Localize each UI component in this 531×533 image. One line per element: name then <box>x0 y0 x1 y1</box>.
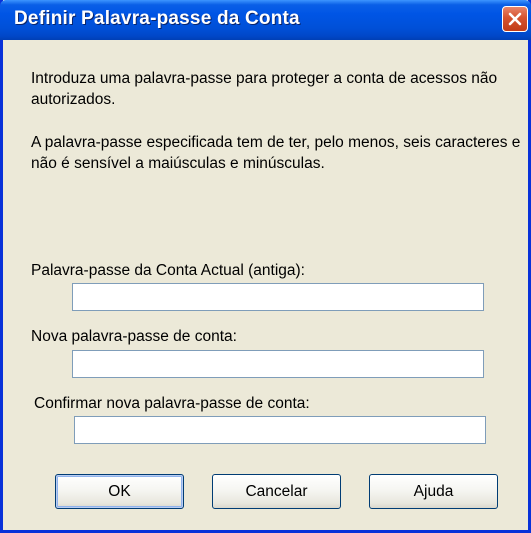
close-button[interactable] <box>502 6 528 32</box>
confirm-password-field[interactable] <box>74 416 486 444</box>
close-icon <box>508 12 522 26</box>
title-bar[interactable]: Definir Palavra-passe da Conta <box>0 0 531 40</box>
description-paragraph-2: A palavra-passe especificada tem de ter,… <box>31 134 521 172</box>
old-password-field[interactable] <box>72 283 484 311</box>
help-button[interactable]: Ajuda <box>369 474 498 509</box>
old-password-label: Palavra-passe da Conta Actual (antiga): <box>31 262 305 279</box>
ok-button[interactable]: OK <box>55 474 184 509</box>
account-password-dialog: Definir Palavra-passe da Conta Introduza… <box>0 0 531 533</box>
new-password-label: Nova palavra-passe de conta: <box>31 328 237 345</box>
description-paragraph-1: Introduza uma palavra-passe para protege… <box>31 70 498 108</box>
new-password-field[interactable] <box>72 350 484 378</box>
confirm-password-label: Confirmar nova palavra-passe de conta: <box>34 395 310 412</box>
cancel-button[interactable]: Cancelar <box>212 474 341 509</box>
window-title: Definir Palavra-passe da Conta <box>14 8 300 29</box>
